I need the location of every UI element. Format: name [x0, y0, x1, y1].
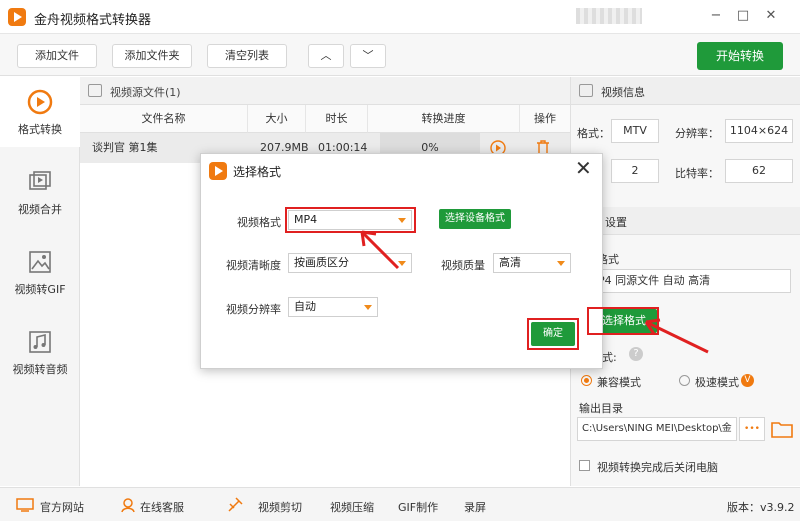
annotation-overlay	[360, 230, 709, 354]
red-arrow-icon	[645, 320, 709, 354]
red-arrow-icon	[360, 230, 400, 270]
